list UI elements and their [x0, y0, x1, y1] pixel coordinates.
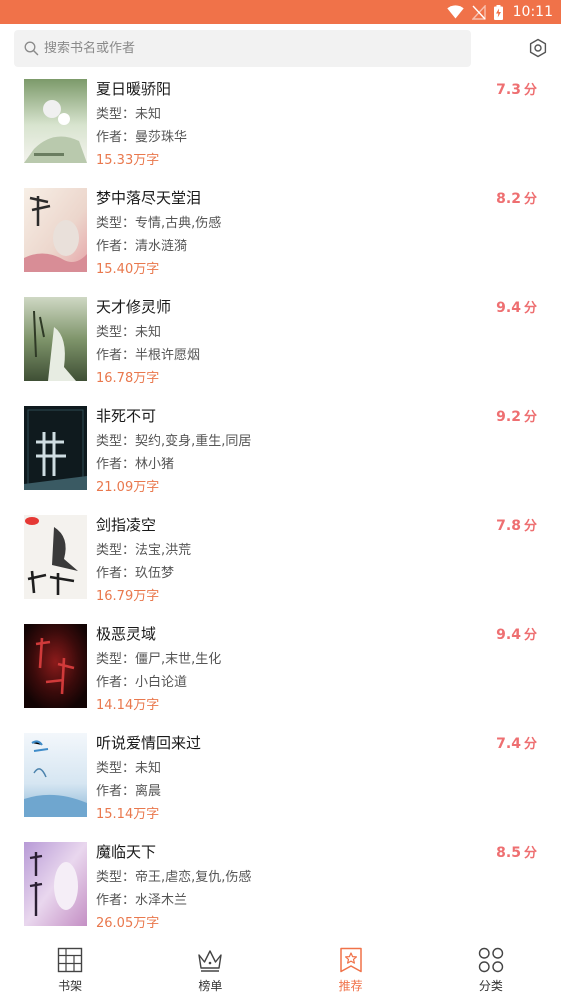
book-item[interactable]: 非死不可 类型：契约,变身,重生,同居 作者：林小猪 21.09万字 9.2 分: [0, 401, 561, 505]
nav-item-bookshelf[interactable]: 书架: [0, 935, 140, 999]
book-item[interactable]: 剑指凌空 类型：法宝,洪荒 作者：玖伍梦 16.79万字 7.8 分: [0, 510, 561, 614]
status-icons: 10:11: [446, 3, 553, 21]
nav-item-category[interactable]: 分类: [421, 935, 561, 999]
book-word-count: 15.40万字: [96, 262, 160, 277]
book-item[interactable]: 极恶灵域 类型：僵尸,末世,生化 作者：小白论道 14.14万字 9.4 分: [0, 619, 561, 723]
bookshelf-icon: [57, 947, 83, 973]
book-score: 9.2 分: [496, 409, 537, 425]
book-list: 夏日暖骄阳 类型：未知 作者：曼莎珠华 15.33万字 7.3 分 梦中落尽天堂泪…: [0, 74, 561, 935]
book-cover: [24, 297, 87, 381]
book-title: 夏日暖骄阳: [96, 80, 172, 98]
book-title: 天才修灵师: [96, 298, 172, 316]
book-word-count: 15.14万字: [96, 807, 160, 822]
nav-label: 榜单: [198, 979, 223, 993]
book-word-count: 26.05万字: [96, 916, 160, 931]
search-box[interactable]: [14, 30, 471, 67]
nav-label: 书架: [58, 979, 83, 993]
book-type: 类型：帝王,虐恋,复仇,伤感: [96, 870, 252, 885]
bottom-nav: 书架 榜单 推荐 分类: [0, 935, 561, 999]
search-input[interactable]: [44, 41, 444, 56]
book-score: 7.8 分: [496, 518, 537, 534]
book-author: 作者：玖伍梦: [96, 566, 175, 581]
book-author: 作者：林小猪: [96, 457, 175, 472]
book-cover: [24, 842, 87, 926]
book-author: 作者：半根许愿烟: [96, 348, 201, 363]
book-item[interactable]: 听说爱情回来过 类型：未知 作者：离晨 15.14万字 7.4 分: [0, 728, 561, 832]
book-type: 类型：僵尸,末世,生化: [96, 652, 222, 667]
book-author: 作者：离晨: [96, 784, 162, 799]
book-type: 类型：专情,古典,伤感: [96, 216, 222, 231]
search-icon: [24, 41, 39, 56]
book-cover: [24, 624, 87, 708]
book-type: 类型：未知: [96, 761, 162, 776]
settings-button[interactable]: [526, 36, 550, 60]
nav-label: 推荐: [338, 979, 363, 993]
nav-label: 分类: [478, 979, 503, 993]
nav-item-ranking[interactable]: 榜单: [140, 935, 280, 999]
book-score: 9.4 分: [496, 627, 537, 643]
book-type: 类型：未知: [96, 107, 162, 122]
book-author: 作者：水泽木兰: [96, 893, 188, 908]
book-author: 作者：小白论道: [96, 675, 188, 690]
book-score: 9.4 分: [496, 300, 537, 316]
gear-icon: [529, 38, 547, 58]
book-title: 魔临天下: [96, 843, 157, 861]
book-author: 作者：清水涟漪: [96, 239, 188, 254]
book-item[interactable]: 梦中落尽天堂泪 类型：专情,古典,伤感 作者：清水涟漪 15.40万字 8.2 分: [0, 183, 561, 287]
book-cover: [24, 515, 87, 599]
book-word-count: 16.78万字: [96, 371, 160, 386]
book-score: 7.3 分: [496, 82, 537, 98]
book-item[interactable]: 魔临天下 类型：帝王,虐恋,复仇,伤感 作者：水泽木兰 26.05万字 8.5 分: [0, 837, 561, 935]
book-type: 类型：未知: [96, 325, 162, 340]
book-title: 极恶灵域: [96, 625, 157, 643]
book-cover: [24, 79, 87, 163]
book-type: 类型：契约,变身,重生,同居: [96, 434, 252, 449]
bookmark-star-icon: [339, 947, 362, 973]
wifi-icon: [446, 5, 464, 19]
book-cover: [24, 188, 87, 272]
category-grid-icon: [478, 947, 504, 973]
crown-icon: [198, 950, 223, 972]
battery-charging-icon: [493, 4, 503, 20]
book-title: 梦中落尽天堂泪: [96, 189, 202, 207]
book-word-count: 15.33万字: [96, 153, 160, 168]
book-score: 8.2 分: [496, 191, 537, 207]
book-cover: [24, 406, 87, 490]
book-score: 7.4 分: [496, 736, 537, 752]
status-time: 10:11: [512, 4, 553, 20]
book-word-count: 16.79万字: [96, 589, 160, 604]
status-bar: 10:11: [0, 0, 561, 24]
book-word-count: 21.09万字: [96, 480, 160, 495]
book-item[interactable]: 天才修灵师 类型：未知 作者：半根许愿烟 16.78万字 9.4 分: [0, 292, 561, 396]
book-title: 听说爱情回来过: [96, 734, 202, 752]
book-cover: [24, 733, 87, 817]
no-signal-icon: [471, 4, 486, 20]
book-title: 非死不可: [96, 407, 157, 425]
book-item[interactable]: 夏日暖骄阳 类型：未知 作者：曼莎珠华 15.33万字 7.3 分: [0, 74, 561, 178]
book-word-count: 14.14万字: [96, 698, 160, 713]
nav-item-recommend[interactable]: 推荐: [281, 935, 421, 999]
book-title: 剑指凌空: [96, 516, 157, 534]
book-score: 8.5 分: [496, 845, 537, 861]
book-author: 作者：曼莎珠华: [96, 130, 188, 145]
book-type: 类型：法宝,洪荒: [96, 543, 192, 558]
search-bar: [0, 24, 561, 74]
